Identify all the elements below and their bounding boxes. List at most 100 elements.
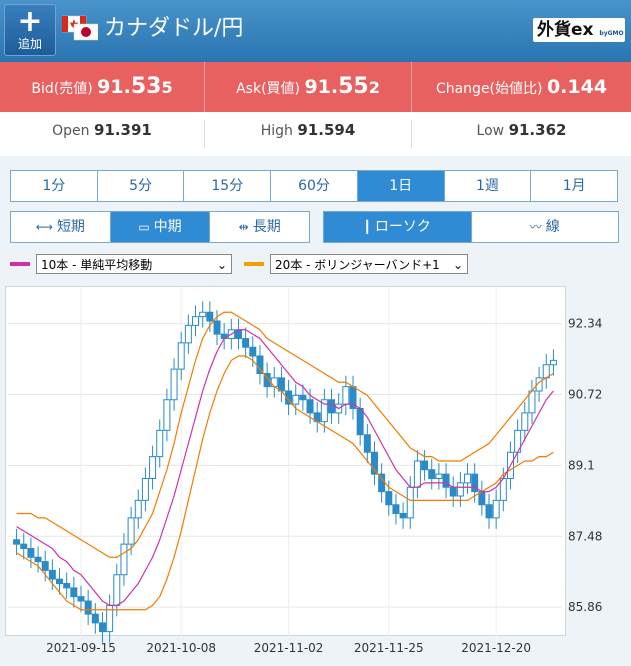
ask-value-head: 91. (304, 76, 339, 98)
timeframe-tabs: 1分 5分 15分 60分 1日 1週 1月 (10, 170, 618, 202)
change-quote: Change(始値比) 0.144 (412, 62, 631, 112)
candle-body (249, 346, 257, 357)
add-button-label: 追加 (17, 37, 42, 51)
high-label: High (260, 123, 293, 139)
low-label: Low (476, 123, 505, 139)
ma-color-swatch (10, 262, 30, 266)
ask-label: Ask(買値) (236, 81, 300, 97)
tab-1day[interactable]: 1日 (357, 171, 445, 201)
candle-body (56, 578, 64, 584)
app-header: + 追加 カナダドル/円 外貨ex byGMO (0, 0, 631, 62)
candle-body (206, 311, 214, 322)
candle-body (141, 478, 149, 501)
x-tick-label: 2021-11-02 (254, 641, 324, 655)
candle-body (41, 561, 49, 571)
tab-5min[interactable]: 5分 (98, 171, 185, 201)
tab-1week[interactable]: 1週 (445, 171, 532, 201)
candle-body (177, 342, 185, 370)
bollinger-upper-line (16, 311, 554, 558)
candle-body (399, 513, 407, 519)
bid-value-tail: 5 (161, 78, 173, 97)
candle-body (421, 460, 429, 471)
candle-body (134, 499, 142, 519)
candle-body (413, 460, 421, 488)
candle-body (184, 324, 192, 344)
tab-15min[interactable]: 15分 (184, 171, 272, 201)
candle-body (84, 600, 92, 615)
period-tabs: ⟷ 短期 ▭ 中期 ⇹ 長期 (10, 211, 310, 243)
tab-1month[interactable]: 1月 (531, 171, 617, 201)
y-tick-label: 87.48 (568, 529, 602, 543)
candle-body (385, 491, 393, 506)
candle-body (549, 359, 557, 366)
tab-1min[interactable]: 1分 (11, 171, 98, 201)
brand-logo: 外貨ex byGMO (533, 18, 625, 42)
add-button[interactable]: + 追加 (4, 4, 56, 56)
candle-body (442, 473, 450, 488)
candle-body (242, 338, 250, 348)
period-medium-label: 中期 (153, 219, 182, 235)
candle-body (63, 583, 71, 589)
candle-body (292, 394, 300, 405)
high-stat: High 91.594 (205, 112, 411, 148)
ask-value-tail: 2 (368, 78, 380, 97)
candle-body (299, 394, 307, 401)
line-chart-button[interactable]: 〰線 (472, 212, 619, 242)
plus-icon: + (17, 4, 43, 39)
period-short-label: 短期 (56, 219, 85, 235)
change-value: 0.144 (546, 76, 608, 98)
candle-body (435, 473, 443, 479)
ask-value-big: 55 (338, 74, 369, 99)
x-tick-label: 2021-11-25 (354, 641, 424, 655)
candle-body (163, 399, 171, 431)
ma-indicator: 10本 - 単純平均移動 ⌄ (10, 252, 232, 276)
bb-select-value: 20本 - ボリンジャーバンド+1 (275, 258, 440, 272)
candle-body (449, 486, 457, 497)
candle-body (192, 316, 200, 326)
bb-indicator: 20本 - ボリンジャーバンド+1 ⌄ (244, 252, 468, 276)
change-label: Change(始値比) (435, 81, 543, 97)
ma-select-value: 10本 - 単純平均移動 (41, 258, 153, 272)
narrow-range-icon: ⟷ (35, 220, 53, 234)
ohl-stats: Open 91.391 High 91.594 Low 91.362 (0, 112, 631, 156)
candle-body (492, 499, 500, 519)
chevron-down-icon: ⌄ (452, 258, 463, 272)
candle-body (20, 543, 28, 549)
line-chart-label: 線 (545, 219, 560, 235)
open-value: 91.391 (93, 121, 152, 139)
y-tick-label: 89.1 (568, 458, 595, 472)
candlestick-button[interactable]: ┃ ローソク (324, 212, 472, 242)
moving-average-line (16, 329, 554, 606)
open-stat: Open 91.391 (0, 112, 204, 148)
candle-body (77, 596, 85, 602)
page-title: カナダドル/円 (104, 16, 244, 41)
medium-range-icon: ▭ (138, 220, 150, 234)
candle-body (464, 473, 472, 484)
period-medium-button[interactable]: ▭ 中期 (110, 212, 211, 242)
period-long-button[interactable]: ⇹ 長期 (210, 212, 309, 242)
chart-type-tabs: ┃ ローソク 〰線 (323, 211, 619, 243)
bid-value-head: 91. (97, 76, 131, 98)
x-tick-label: 2021-09-15 (46, 641, 116, 655)
brand-logo-text: 外貨ex (537, 20, 594, 40)
currency-flags-icon (62, 15, 98, 41)
candle-body (170, 368, 178, 401)
line-chart-icon: 〰 (529, 220, 542, 234)
candlestick-icon: ┃ (363, 220, 371, 234)
period-short-button[interactable]: ⟷ 短期 (11, 212, 111, 242)
candle-body (13, 539, 21, 545)
period-long-label: 長期 (252, 219, 281, 235)
candle-body (48, 569, 56, 580)
high-value: 91.594 (297, 121, 356, 139)
brand-logo-sub: byGMO (599, 30, 624, 37)
open-label: Open (52, 123, 90, 139)
bb-color-swatch (244, 262, 264, 266)
candle-body (27, 548, 35, 558)
candle-body (456, 482, 464, 497)
ma-select[interactable]: 10本 - 単純平均移動 ⌄ (36, 254, 232, 274)
tab-60min[interactable]: 60分 (271, 171, 358, 201)
candle-body (370, 451, 378, 475)
low-value: 91.362 (508, 121, 567, 139)
candle-body (406, 486, 414, 519)
bb-select[interactable]: 20本 - ボリンジャーバンド+1 ⌄ (270, 254, 468, 274)
